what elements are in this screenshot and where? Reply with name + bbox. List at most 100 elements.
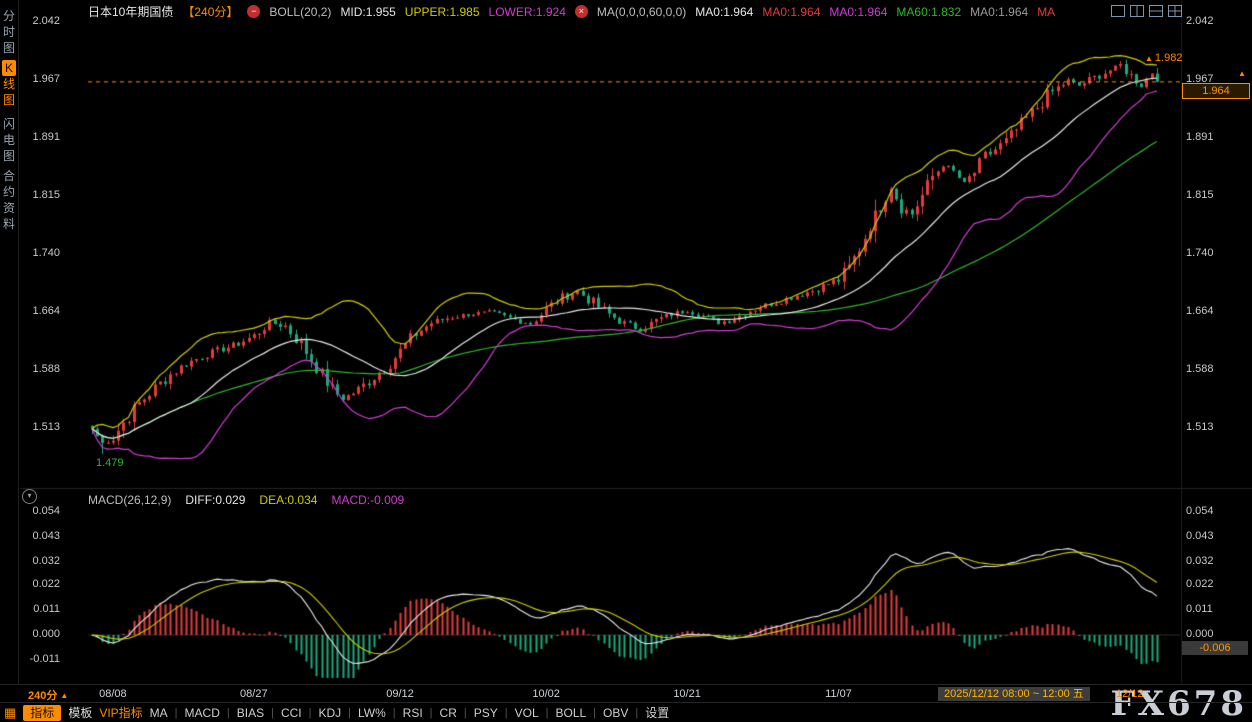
ma-label: MA(0,0,0,60,0,0) [597, 5, 686, 19]
layout-split-horizontal-icon[interactable] [1149, 4, 1163, 16]
current-price-badge: 1.964 [1182, 83, 1250, 99]
layout-single-icon[interactable] [1111, 4, 1125, 16]
axis-tick-label: 2.042 [32, 15, 60, 27]
toolbar-separator: | [430, 707, 433, 719]
period-badge[interactable]: 【240分】 [182, 3, 238, 20]
ma-value: MA0:1.964 [829, 5, 887, 19]
toolbar-item-bias[interactable]: BIAS [237, 706, 264, 720]
current-macd-badge: -0.006 [1182, 641, 1248, 655]
axis-tick-label: 0.000 [32, 628, 60, 640]
toolbar-separator: | [271, 707, 274, 719]
toolbar-separator: | [348, 707, 351, 719]
ma-value: MA0:1.964 [762, 5, 820, 19]
session-range-label: 2025/12/12 08:00 ~ 12:00 五 [938, 687, 1090, 701]
time-tick-label: 10/02 [532, 688, 560, 700]
axis-tick-label: 1.740 [1186, 247, 1214, 259]
axis-tick-label: -0.011 [30, 653, 60, 665]
price-axis-right: 2.0421.9671.8911.8151.7401.6641.5881.513… [1184, 0, 1250, 684]
period-arrow-icon: ▲ [60, 691, 68, 700]
toolbar-separator: | [635, 707, 638, 719]
time-tick-label: 08/08 [99, 688, 127, 700]
toolbar-item-macd[interactable]: MACD [185, 706, 220, 720]
instrument-name: 日本10年期国债 [88, 3, 173, 20]
ma-values: MA0:1.964 MA0:1.964 MA0:1.964 MA60:1.832 MA0… [695, 5, 1055, 19]
toolbar-tab-templates[interactable]: 模板 [68, 704, 92, 721]
axis-tick-label: 0.054 [32, 505, 60, 517]
axis-tick-label: 1.891 [32, 131, 60, 143]
toolbar-item-cr[interactable]: CR [440, 706, 457, 720]
boll-mid-value: MID:1.955 [340, 5, 395, 19]
axis-tick-label: 1.891 [1186, 131, 1214, 143]
last-date-label: 12/12 [1116, 688, 1144, 700]
session-high-value: 1.982 [1155, 52, 1183, 64]
pane-collapse-icon[interactable]: ▾ [22, 489, 37, 504]
axis-tick-label: 1.815 [1186, 189, 1214, 201]
toolbar-item-kdj[interactable]: KDJ [318, 706, 341, 720]
toolbar-separator: | [393, 707, 396, 719]
period-selector[interactable]: 240分 ▲ [28, 687, 68, 703]
toolbar-item-settings[interactable]: 设置 [645, 704, 669, 721]
axis-tick-label: 1.513 [1186, 421, 1214, 433]
price-line-arrow-icon: ▲ [1238, 69, 1246, 78]
axis-tick-label: 0.043 [1186, 530, 1214, 542]
toolbar-item-psy[interactable]: PSY [474, 706, 498, 720]
time-tick-label: 08/27 [240, 688, 268, 700]
toolbar-item-rsi[interactable]: RSI [403, 706, 423, 720]
axis-tick-label: 0.011 [1186, 603, 1213, 615]
ma-value: MA0:1.964 [695, 5, 753, 19]
toolbar-item-lwr[interactable]: LW% [358, 706, 386, 720]
toolbar-tab-indicators[interactable]: 指标 [23, 705, 61, 721]
toolbar-items: 指标模板 VIP指标 MA | MACD | BIAS | CCI | KDJ | LW% | RSI | CR… [23, 704, 669, 721]
macd-pane-header: MACD(26,12,9) DIFF:0.029 DEA:0.034 MACD:… [88, 493, 404, 507]
period-text: 240分 [28, 687, 57, 703]
axis-tick-label: 1.664 [1186, 305, 1214, 317]
toolbar-separator: | [227, 707, 230, 719]
axis-tick-label: 1.740 [32, 247, 60, 259]
session-low-label: 1.479 [96, 457, 124, 469]
layout-split-vertical-icon[interactable] [1130, 4, 1144, 16]
axis-tick-label: 2.042 [1186, 15, 1214, 27]
axis-tick-label: 0.032 [32, 555, 60, 567]
toolbar-item-cci[interactable]: CCI [281, 706, 302, 720]
toolbar-item-boll[interactable]: BOLL [555, 706, 586, 720]
axis-tick-label: 0.054 [1186, 505, 1214, 517]
session-high-label: ▲ 1.982 [1145, 52, 1182, 64]
price-axis-left: 2.0421.9671.8911.8151.7401.6641.5881.513… [0, 0, 60, 684]
ma-value: MA60:1.832 [896, 5, 961, 19]
axis-tick-label: 0.000 [1186, 628, 1214, 640]
toolbar-item-ma[interactable]: MA [150, 706, 168, 720]
indicator-toolbar: ▦ 指标模板 VIP指标 MA | MACD | BIAS | CCI | KDJ | LW% | RSI |… [0, 702, 1252, 722]
ma-value: MA0:1.964 [970, 5, 1028, 19]
indicator-close-icon[interactable]: × [575, 5, 588, 18]
toolbar-item-vol[interactable]: VOL [515, 706, 539, 720]
toolbar-separator: | [593, 707, 596, 719]
toolbar-separator: | [546, 707, 549, 719]
chart-application: 分时图K线图闪电图合约资料 日本10年期国债 【240分】 − BOLL(20,… [0, 0, 1252, 722]
layout-grid-icon[interactable] [1168, 4, 1182, 16]
toolbar-separator: | [175, 707, 178, 719]
boll-lower-value: LOWER:1.924 [489, 5, 566, 19]
indicator-remove-icon[interactable]: − [247, 5, 260, 18]
macd-dea-value: DEA:0.034 [259, 493, 317, 507]
axis-tick-label: 0.011 [33, 603, 60, 615]
toolbar-tab-vip-indicators[interactable]: VIP指标 [99, 704, 142, 721]
price-chart-canvas[interactable] [0, 0, 1252, 722]
toolbar-separator: | [309, 707, 312, 719]
indicator-menu-icon[interactable]: ▦ [4, 706, 16, 719]
chart-header: 日本10年期国债 【240分】 − BOLL(20,2) MID:1.955 U… [88, 3, 1055, 20]
axis-tick-label: 1.588 [32, 363, 60, 375]
axis-tick-label: 0.022 [32, 578, 60, 590]
axis-tick-label: 0.032 [1186, 555, 1214, 567]
axis-tick-label: 0.043 [32, 530, 60, 542]
toolbar-item-obv[interactable]: OBV [603, 706, 628, 720]
time-tick-label: 09/12 [386, 688, 414, 700]
axis-tick-label: 1.967 [32, 73, 60, 85]
axis-tick-label: 0.022 [1186, 578, 1214, 590]
axis-tick-label: 1.588 [1186, 363, 1214, 375]
toolbar-separator: | [464, 707, 467, 719]
time-tick-label: 11/07 [825, 688, 852, 700]
high-marker-icon: ▲ [1145, 54, 1153, 63]
axis-tick-label: 1.664 [32, 305, 60, 317]
time-tick-label: 10/21 [673, 688, 701, 700]
macd-bar-value: MACD:-0.009 [331, 493, 404, 507]
